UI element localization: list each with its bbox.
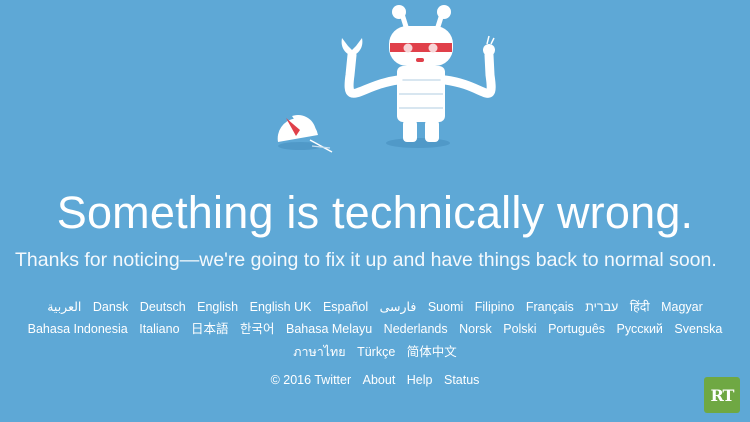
language-link-bahasa-indonesia[interactable]: Bahasa Indonesia [28, 321, 128, 337]
language-row-1: العربية Dansk Deutsch English English UK… [0, 299, 750, 315]
rt-watermark-logo: RT [704, 377, 740, 413]
language-row-2: Bahasa Indonesia Italiano 日本語 한국어 Bahasa… [0, 321, 750, 337]
language-link-filipino[interactable]: Filipino [475, 299, 515, 315]
language-link-farsi[interactable]: فارسی [380, 299, 417, 315]
language-link-english[interactable]: English [197, 299, 238, 315]
language-link-suomi[interactable]: Suomi [428, 299, 463, 315]
language-link-bahasa-melayu[interactable]: Bahasa Melayu [286, 321, 372, 337]
copyright-text: © 2016 Twitter [270, 373, 352, 387]
language-link-russian[interactable]: Русский [617, 321, 663, 337]
language-link-nederlands[interactable]: Nederlands [384, 321, 448, 337]
language-link-dansk[interactable]: Dansk [93, 299, 128, 315]
language-link-deutsch[interactable]: Deutsch [140, 299, 186, 315]
language-link-turkce[interactable]: Türkçe [357, 344, 395, 360]
language-link-portugues[interactable]: Português [548, 321, 605, 337]
language-link-italiano[interactable]: Italiano [139, 321, 179, 337]
help-link[interactable]: Help [407, 372, 433, 388]
language-row-3: ภาษาไทย Türkçe 简体中文 [0, 344, 750, 360]
about-link[interactable]: About [363, 372, 396, 388]
language-link-japanese[interactable]: 日本語 [191, 321, 229, 337]
language-link-magyar[interactable]: Magyar [661, 299, 703, 315]
language-link-svenska[interactable]: Svenska [674, 321, 722, 337]
language-link-arabic[interactable]: العربية [47, 299, 81, 315]
language-link-english-uk[interactable]: English UK [250, 299, 312, 315]
rt-watermark-text: RT [710, 385, 735, 405]
error-subline: Thanks for noticing—we're going to fix i… [15, 249, 717, 271]
footer-links: © 2016 Twitter About Help Status [0, 372, 750, 388]
language-link-espanol[interactable]: Español [323, 299, 368, 315]
language-link-hebrew[interactable]: עברית [585, 299, 618, 315]
language-link-hindi[interactable]: हिंदी [630, 299, 650, 315]
language-link-thai[interactable]: ภาษาไทย [293, 344, 345, 360]
status-link[interactable]: Status [444, 372, 479, 388]
robot-illustration [277, 5, 496, 153]
language-link-korean[interactable]: 한국어 [240, 321, 275, 337]
language-link-polski[interactable]: Polski [503, 321, 536, 337]
language-link-francais[interactable]: Français [526, 299, 574, 315]
language-link-simplified-chinese[interactable]: 简体中文 [407, 344, 457, 360]
error-headline: Something is technically wrong. [56, 187, 694, 238]
language-link-norsk[interactable]: Norsk [459, 321, 492, 337]
